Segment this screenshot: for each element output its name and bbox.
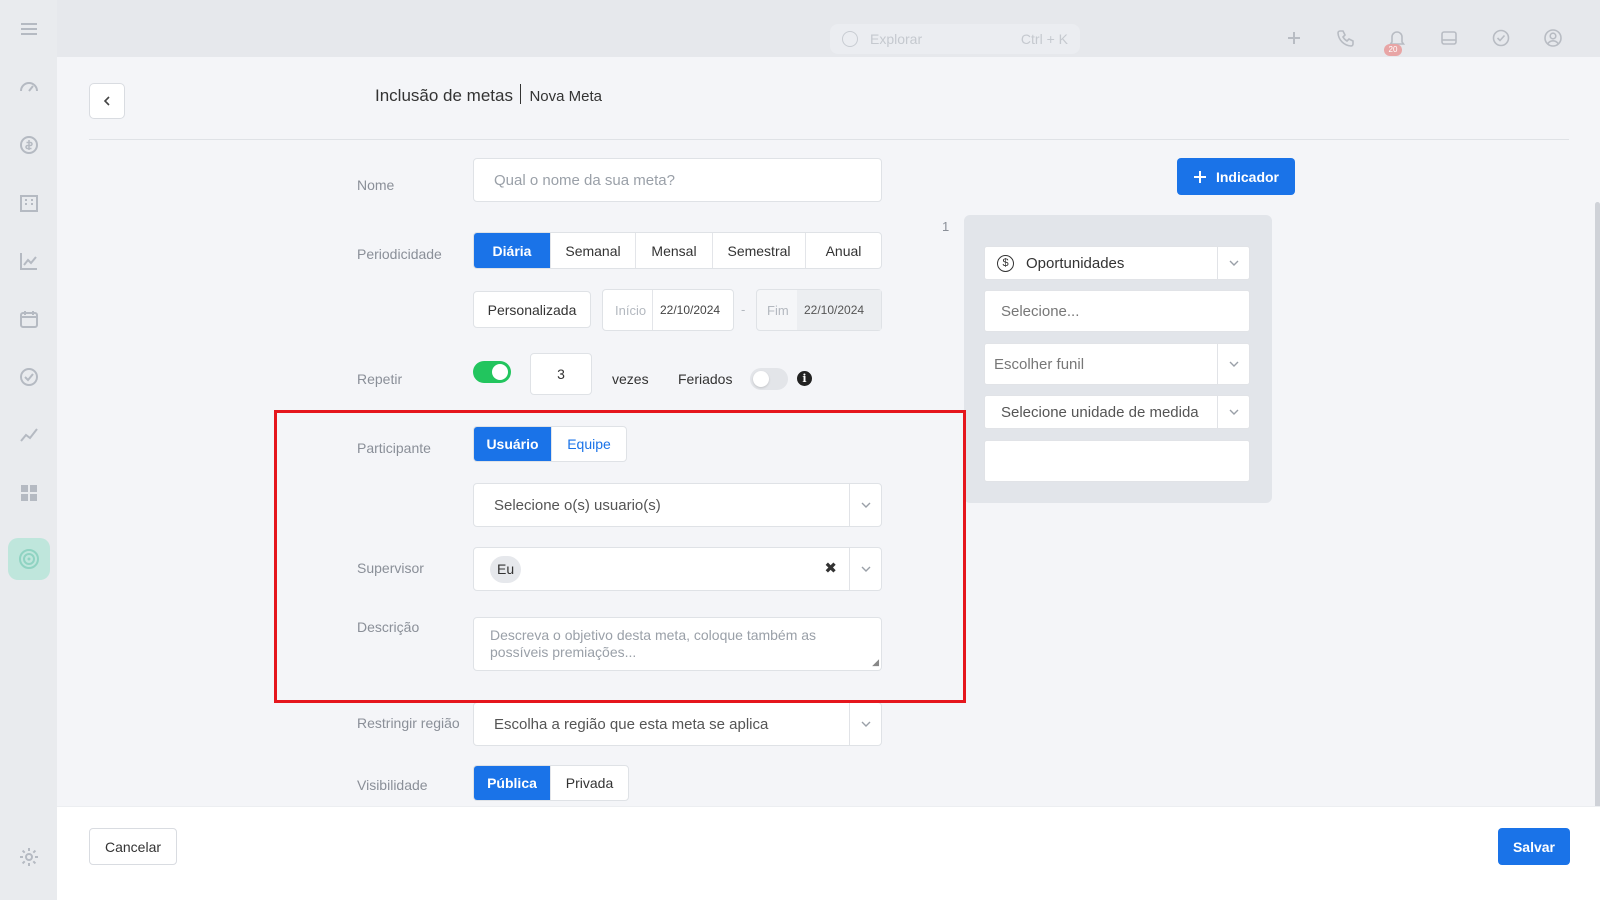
chevron-left-icon [103,96,110,106]
periodicity-segmented: Diária Semanal Mensal Semestral Anual [473,232,882,269]
search-shortcut: Ctrl + K [1020,31,1068,47]
plus-icon [1193,170,1206,183]
unit-select-placeholder: Selecione unidade de medida [1001,404,1199,421]
topbar: Explorar Ctrl + K [57,0,1600,57]
chevron-down-icon [1217,247,1249,279]
save-button[interactable]: Salvar [1498,828,1570,865]
repeat-times-value: 3 [557,366,565,382]
start-date-label: Início [615,303,647,318]
repeat-toggle[interactable] [473,361,511,383]
repeat-times-input[interactable]: 3 [530,353,592,395]
label-restringir-regiao: Restringir região [357,715,460,731]
check-circle-icon[interactable] [18,366,40,388]
page-title: Inclusão de metas Nova Meta [375,84,602,106]
period-option-anual[interactable]: Anual [806,233,881,268]
search-bar[interactable]: Explorar Ctrl + K [830,24,1080,54]
label-repetir: Repetir [357,371,403,387]
funnel-select[interactable]: Escolher funil [984,343,1250,385]
compass-icon [842,31,858,47]
notification-badge: 20 [1384,44,1402,56]
info-icon[interactable]: i [797,371,812,386]
chevron-down-icon [1217,344,1249,384]
building-icon[interactable] [18,192,40,214]
chevron-down-icon [1217,396,1249,428]
header-divider [89,139,1569,140]
modal-scrollbar[interactable] [1595,202,1600,852]
user-avatar-icon[interactable] [1543,28,1563,48]
end-date-label: Fim [767,303,789,318]
dashboard-gauge-icon[interactable] [18,76,40,98]
inbox-icon[interactable] [1439,28,1459,48]
period-option-diaria[interactable]: Diária [474,233,551,268]
visibility-segmented: Pública Privada [473,765,629,801]
funnel-select-placeholder: Escolher funil [994,356,1085,373]
label-visibilidade: Visibilidade [357,777,428,793]
chart-icon[interactable] [18,250,40,272]
start-date-field: Início 22/10/2024 [602,289,734,331]
indicator-type-select[interactable]: $ Oportunidades [984,246,1250,280]
target-icon [18,548,40,570]
period-option-mensal[interactable]: Mensal [636,233,713,268]
label-periodicidade: Periodicidade [357,246,442,262]
holidays-label: Feriados [678,371,733,387]
visibility-option-publica[interactable]: Pública [474,766,551,800]
modal-footer: Cancelar Salvar [57,806,1600,900]
label-nome: Nome [357,177,395,193]
add-indicator-label: Indicador [1215,168,1279,185]
holidays-toggle[interactable] [750,368,788,390]
phone-icon[interactable] [1336,28,1356,48]
date-range-separator: - [741,302,746,317]
widgets-icon[interactable] [18,482,40,504]
period-option-semanal[interactable]: Semanal [551,233,636,268]
dollar-icon[interactable] [18,134,40,156]
add-indicator-button[interactable]: Indicador [1177,158,1295,195]
page-subtitle: Nova Meta [529,88,603,105]
settings-gear-icon[interactable] [18,846,40,868]
calendar-icon[interactable] [18,308,40,330]
end-date-field: Fim 22/10/2024 [756,289,882,331]
custom-period-button[interactable]: Personalizada [473,291,591,328]
chevron-down-icon [849,703,881,745]
highlight-box [274,410,966,703]
unit-select[interactable]: Selecione unidade de medida [984,395,1250,429]
cancel-button[interactable]: Cancelar [89,828,177,865]
search-placeholder: Explorar [870,31,923,47]
repeat-times-unit: vezes [612,371,649,387]
indicator-panel: $ Oportunidades Selecione... Escolher fu… [964,215,1272,503]
visibility-option-privada[interactable]: Privada [551,766,628,800]
indicator-index: 1 [942,219,950,234]
region-select-placeholder: Escolha a região que esta meta se aplica [494,716,769,733]
period-option-semestral[interactable]: Semestral [713,233,806,268]
name-input[interactable]: Qual o nome da sua meta? [473,158,882,202]
indicator-value-input[interactable] [984,440,1250,482]
start-date-input[interactable]: 22/10/2024 [652,290,734,330]
plus-icon[interactable] [1284,28,1304,48]
app-sidebar [0,0,57,900]
region-select[interactable]: Escolha a região que esta meta se aplica [473,702,882,746]
dollar-icon: $ [997,255,1014,272]
tasks-check-icon[interactable] [1491,28,1511,48]
name-input-placeholder: Qual o nome da sua meta? [494,172,675,189]
indicator-detail-select[interactable]: Selecione... [984,290,1250,332]
indicator-type-value: Oportunidades [1026,255,1125,272]
back-button[interactable] [89,83,125,119]
page-title-text: Inclusão de metas [375,86,513,105]
end-date-input[interactable]: 22/10/2024 [797,290,881,330]
menu-icon[interactable] [18,18,40,40]
trend-icon[interactable] [18,424,40,446]
indicator-detail-placeholder: Selecione... [1001,303,1080,320]
